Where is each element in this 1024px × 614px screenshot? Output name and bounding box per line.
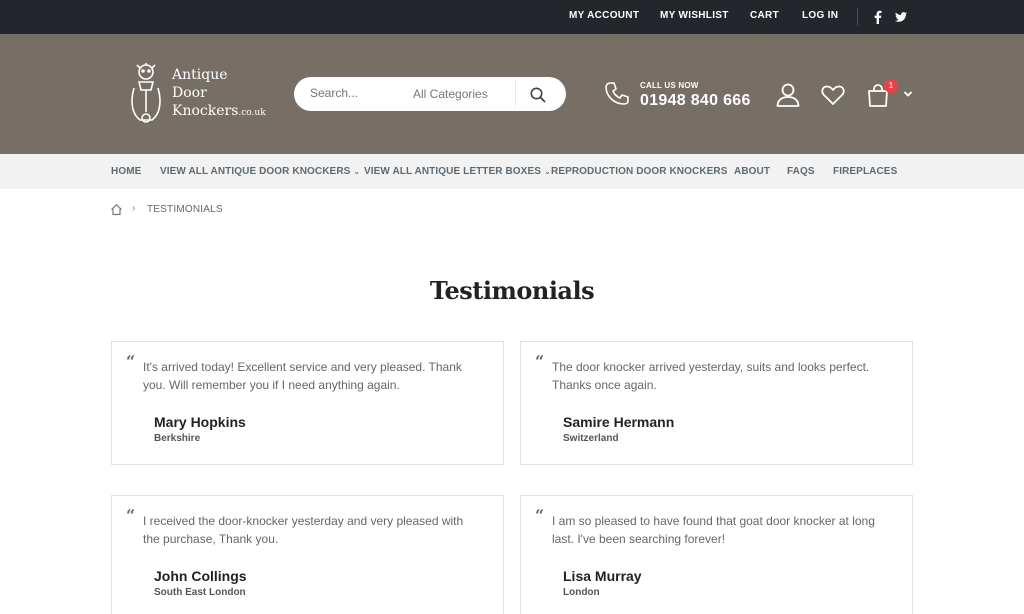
my-wishlist-link[interactable]: MY WISHLIST	[660, 10, 729, 21]
cart-count-badge: 1	[884, 79, 898, 93]
facebook-icon[interactable]	[871, 9, 885, 25]
top-bar: MY ACCOUNT MY WISHLIST CART LOG IN	[0, 0, 1024, 34]
wishlist-heart-icon[interactable]	[820, 82, 846, 108]
testimonial-card: “ The door knocker arrived yesterday, su…	[520, 341, 913, 465]
main-nav: HOME VIEW ALL ANTIQUE DOOR KNOCKERS ⌄ VIE…	[0, 154, 1024, 189]
search-bar: All Categories	[294, 77, 566, 111]
chevron-down-icon: ⌄	[353, 167, 361, 176]
search-input[interactable]	[310, 86, 390, 100]
testimonial-location: London	[563, 587, 600, 598]
page-title: Testimonials	[429, 276, 595, 305]
site-header: Antique Door Knockers.co.uk All Categori…	[0, 34, 1024, 154]
logo-text: Antique Door Knockers.co.uk	[172, 67, 266, 119]
chevron-down-icon[interactable]	[902, 87, 914, 99]
testimonial-text: It's arrived today! Excellent service an…	[143, 360, 462, 392]
nav-item-home[interactable]: HOME	[111, 166, 141, 177]
account-icon[interactable]	[775, 82, 801, 108]
testimonial-text: I am so pleased to have found that goat …	[552, 514, 875, 546]
testimonial-text: I received the door-knocker yesterday an…	[143, 514, 464, 546]
testimonial-author: Samire Hermann	[563, 414, 675, 430]
search-icon	[530, 87, 546, 103]
quote-icon: “	[126, 352, 136, 371]
search-divider	[515, 81, 516, 107]
testimonial-location: Berkshire	[154, 433, 201, 444]
quote-icon: “	[126, 506, 136, 525]
home-icon[interactable]	[110, 203, 123, 216]
category-select[interactable]: All Categories	[413, 87, 488, 101]
breadcrumb-current: TESTIMONIALS	[147, 204, 223, 215]
testimonial-author: Lisa Murray	[563, 568, 642, 584]
testimonial-author: John Collings	[154, 568, 247, 584]
phone-icon	[605, 82, 629, 105]
nav-item-antique-door-knockers[interactable]: VIEW ALL ANTIQUE DOOR KNOCKERS ⌄	[160, 166, 360, 177]
testimonial-text: The door knocker arrived yesterday, suit…	[552, 360, 870, 392]
testimonial-card: “ I received the door-knocker yesterday …	[111, 495, 504, 614]
testimonial-author: Mary Hopkins	[154, 414, 246, 430]
twitter-icon[interactable]	[894, 9, 908, 25]
search-button[interactable]	[528, 85, 548, 105]
testimonial-location: Switzerland	[563, 433, 619, 444]
nav-item-antique-letter-boxes[interactable]: VIEW ALL ANTIQUE LETTER BOXES ⌄	[364, 166, 551, 177]
testimonial-card: “ I am so pleased to have found that goa…	[520, 495, 913, 614]
nav-item-reproduction-door-knockers[interactable]: REPRODUCTION DOOR KNOCKERS	[551, 166, 728, 177]
testimonial-card: “ It's arrived today! Excellent service …	[111, 341, 504, 465]
chevron-right-icon: ›	[132, 203, 136, 214]
my-account-link[interactable]: MY ACCOUNT	[569, 10, 639, 21]
phone-number[interactable]: 01948 840 666	[640, 92, 751, 110]
quote-icon: “	[535, 352, 545, 371]
call-us-label: CALL US NOW	[640, 81, 699, 90]
door-knocker-logo-icon	[131, 63, 161, 123]
nav-item-fireplaces[interactable]: FIREPLACES	[833, 166, 897, 177]
chevron-down-icon: ⌄	[543, 167, 551, 176]
topbar-divider	[857, 8, 858, 25]
site-logo[interactable]: Antique Door Knockers.co.uk	[126, 62, 266, 130]
nav-item-faqs[interactable]: FAQS	[787, 166, 815, 177]
quote-icon: “	[535, 506, 545, 525]
log-in-link[interactable]: LOG IN	[802, 10, 838, 21]
nav-item-about[interactable]: ABOUT	[734, 166, 770, 177]
testimonial-location: South East London	[154, 587, 246, 598]
cart-link[interactable]: CART	[750, 10, 779, 21]
